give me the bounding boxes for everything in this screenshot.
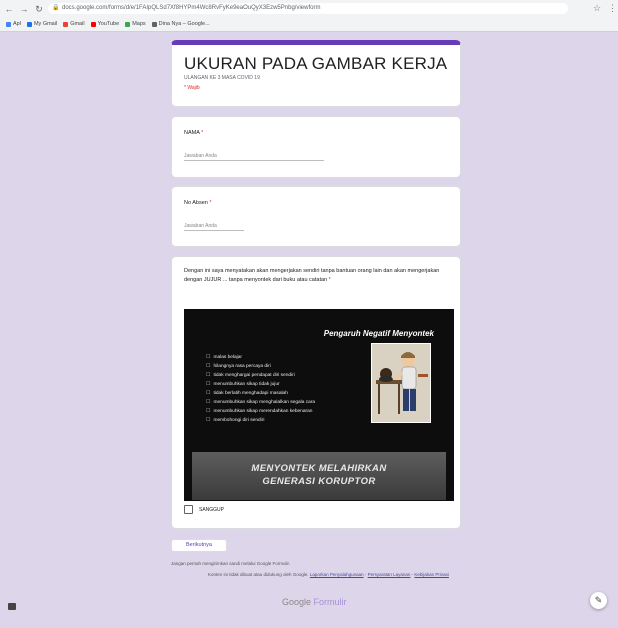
poster-list-item: tidak berlatih menghadapi masalah bbox=[206, 389, 315, 398]
poster-list-item: membohongi diri sendiri bbox=[206, 416, 315, 425]
question-image: Pengaruh Negatif Menyontek malas belajar… bbox=[184, 309, 454, 501]
youtube-icon bbox=[90, 21, 96, 27]
bookmarks-bar: Apl My Gmail Gmail YouTube Maps Dina Nya… bbox=[0, 18, 210, 30]
bookmark-item[interactable]: My Gmail bbox=[26, 21, 57, 27]
maps-icon bbox=[125, 21, 131, 27]
google-forms-logo[interactable]: Google Formulir bbox=[282, 597, 347, 607]
browser-menu-icon[interactable]: ⋮ bbox=[608, 3, 617, 14]
absen-input[interactable]: Jawaban Anda bbox=[184, 221, 244, 231]
google-icon bbox=[151, 21, 157, 27]
browser-chrome: ← → ↻ 🔒 docs.google.com/forms/d/e/1FAIpQ… bbox=[0, 0, 618, 32]
reload-icon[interactable]: ↻ bbox=[33, 3, 45, 15]
poster-list-item: menumbuhkan sikap merendahkan kebenaran bbox=[206, 407, 315, 416]
footer-disclaimer: Konten ini tidak dibuat atau didukung ol… bbox=[208, 572, 449, 577]
bookmark-item[interactable]: YouTube bbox=[90, 21, 119, 27]
student-cheating-illustration bbox=[371, 343, 431, 423]
form-title: UKURAN PADA GAMBAR KERJA bbox=[184, 54, 448, 73]
bookmark-item[interactable]: Maps bbox=[125, 21, 146, 27]
form-header-card: UKURAN PADA GAMBAR KERJA ULANGAN KE 3 MA… bbox=[171, 40, 461, 107]
lock-icon: 🔒 bbox=[52, 5, 60, 11]
poster-banner: MENYONTEK MELAHIRKAN GENERASI KORUPTOR bbox=[192, 452, 446, 500]
report-abuse-link[interactable]: Laporkan Penyalahgunaan bbox=[310, 572, 364, 577]
feedback-icon[interactable] bbox=[8, 603, 16, 610]
forward-icon[interactable]: → bbox=[18, 3, 30, 15]
question-card-pledge: Dengan ini saya menyatakan akan mengerja… bbox=[171, 256, 461, 529]
back-icon[interactable]: ← bbox=[3, 3, 15, 15]
bookmark-star-icon[interactable]: ☆ bbox=[593, 3, 601, 14]
name-input[interactable]: Jawaban Anda bbox=[184, 151, 324, 161]
sanggup-checkbox[interactable] bbox=[184, 505, 193, 514]
apps-icon bbox=[6, 21, 11, 27]
navigation-row: ← → ↻ 🔒 docs.google.com/forms/d/e/1FAIpQ… bbox=[0, 2, 618, 16]
form-subtitle: ULANGAN KE 3 MASA COVID 19 bbox=[184, 75, 260, 81]
url-text: docs.google.com/forms/d/e/1FAIpQLSd7Xf8H… bbox=[62, 5, 321, 11]
bookmark-item[interactable]: Dina Nya – Google... bbox=[151, 21, 210, 27]
question-label: No Absen * bbox=[184, 200, 212, 206]
terms-link[interactable]: Persyaratan Layanan bbox=[368, 572, 411, 577]
checkbox-label: SANGGUP bbox=[199, 506, 225, 513]
required-note: * Wajib bbox=[184, 85, 200, 91]
poster-title: Pengaruh Negatif Menyontek bbox=[323, 329, 434, 338]
poster-list-item: hilangnya rasa percaya diri bbox=[206, 362, 315, 371]
gmail-icon bbox=[63, 21, 69, 27]
gmail-icon bbox=[26, 21, 32, 27]
poster-list-item: tidak menghargai pendapat diri sendiri bbox=[206, 371, 315, 380]
poster-list-item: menumbuhkan sikap menghalalkan segala ca… bbox=[206, 398, 315, 407]
poster-list-item: malas belajar bbox=[206, 353, 315, 362]
question-card-no-absen: No Absen * Jawaban Anda bbox=[171, 186, 461, 247]
address-bar[interactable]: 🔒 docs.google.com/forms/d/e/1FAIpQLSd7Xf… bbox=[48, 3, 568, 14]
question-label: Dengan ini saya menyatakan akan mengerja… bbox=[184, 268, 440, 283]
password-warning: Jangan pernah mengirimkan sandi melalui … bbox=[171, 561, 291, 566]
question-label: NAMA * bbox=[184, 130, 204, 136]
edit-pencil-icon[interactable]: ✎ bbox=[590, 592, 607, 609]
question-card-nama: NAMA * Jawaban Anda bbox=[171, 116, 461, 178]
next-button[interactable]: Berikutnya bbox=[171, 539, 227, 552]
banner-line-1: MENYONTEK MELAHIRKAN bbox=[251, 463, 387, 474]
poster-list: malas belajar hilangnya rasa percaya dir… bbox=[206, 353, 315, 425]
sanggup-option[interactable]: SANGGUP bbox=[184, 505, 224, 514]
poster-list-item: menumbuhkan sikap tidak jujur bbox=[206, 380, 315, 389]
bookmark-item[interactable]: Gmail bbox=[63, 21, 85, 27]
bookmark-item[interactable]: Apl bbox=[6, 21, 21, 27]
banner-line-2: GENERASI KORUPTOR bbox=[262, 476, 376, 487]
privacy-link[interactable]: Kebijakan Privasi bbox=[414, 572, 449, 577]
